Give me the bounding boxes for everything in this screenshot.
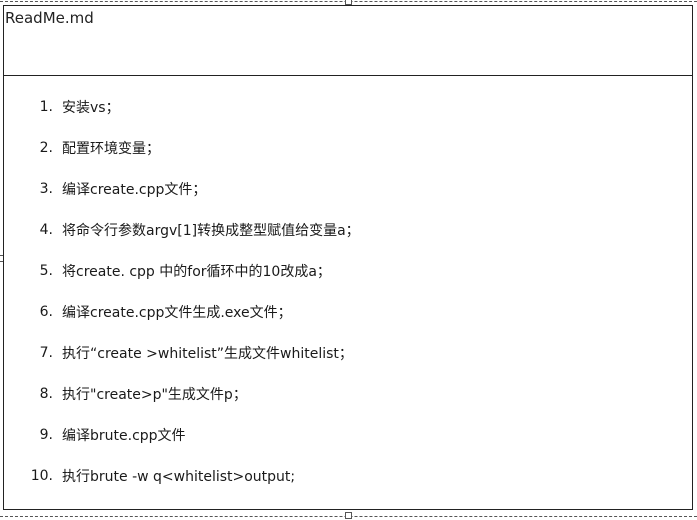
step-text: 安装vs； [62,99,120,116]
title-cell[interactable]: ReadMe.md [4,6,692,76]
list-item: 1. 安装vs； [4,86,360,127]
readme-table: ReadMe.md 1. 安装vs； 2. 配置环境变量； 3. 编译creat… [3,5,693,510]
list-item: 6. 编译create.cpp文件生成.exe文件； [4,291,360,332]
step-text: 编译create.cpp文件； [62,181,207,198]
step-number: 2. [39,139,53,156]
step-text: 编译brute.cpp文件 [62,427,186,444]
resize-handle-bottom[interactable] [345,512,352,519]
list-item: 2. 配置环境变量； [4,127,360,168]
list-item: 7. 执行“create >whitelist”生成文件whitelist； [4,332,360,373]
step-text: 执行brute -w q<whitelist>output; [62,468,296,485]
list-item: 9. 编译brute.cpp文件 [4,414,360,455]
step-number: 5. [39,262,53,279]
list-item: 3. 编译create.cpp文件； [4,168,360,209]
step-number: 8. [39,385,53,402]
step-number: 6. [39,303,53,320]
step-text: 将create. cpp 中的for循环中的10改成a； [62,263,331,280]
list-item: 4. 将命令行参数argv[1]转换成整型赋值给变量a； [4,209,360,250]
step-number: 4. [39,221,53,238]
list-item: 5. 将create. cpp 中的for循环中的10改成a； [4,250,360,291]
step-text: 将命令行参数argv[1]转换成整型赋值给变量a； [62,222,360,239]
steps-list: 1. 安装vs； 2. 配置环境变量； 3. 编译create.cpp文件； 4… [4,86,360,496]
step-number: 7. [39,344,53,361]
step-number: 3. [39,180,53,197]
step-number: 1. [39,98,53,115]
document-title: ReadMe.md [5,9,94,27]
list-item: 8. 执行"create>p"生成文件p； [4,373,360,414]
list-item: 10. 执行brute -w q<whitelist>output; [4,455,360,496]
step-text: 执行“create >whitelist”生成文件whitelist； [62,345,353,362]
document-canvas: ReadMe.md 1. 安装vs； 2. 配置环境变量； 3. 编译creat… [0,0,697,520]
step-text: 配置环境变量； [62,140,160,157]
step-number: 10. [30,467,53,484]
step-text: 编译create.cpp文件生成.exe文件； [62,304,292,321]
step-text: 执行"create>p"生成文件p； [62,386,247,403]
step-number: 9. [39,426,53,443]
